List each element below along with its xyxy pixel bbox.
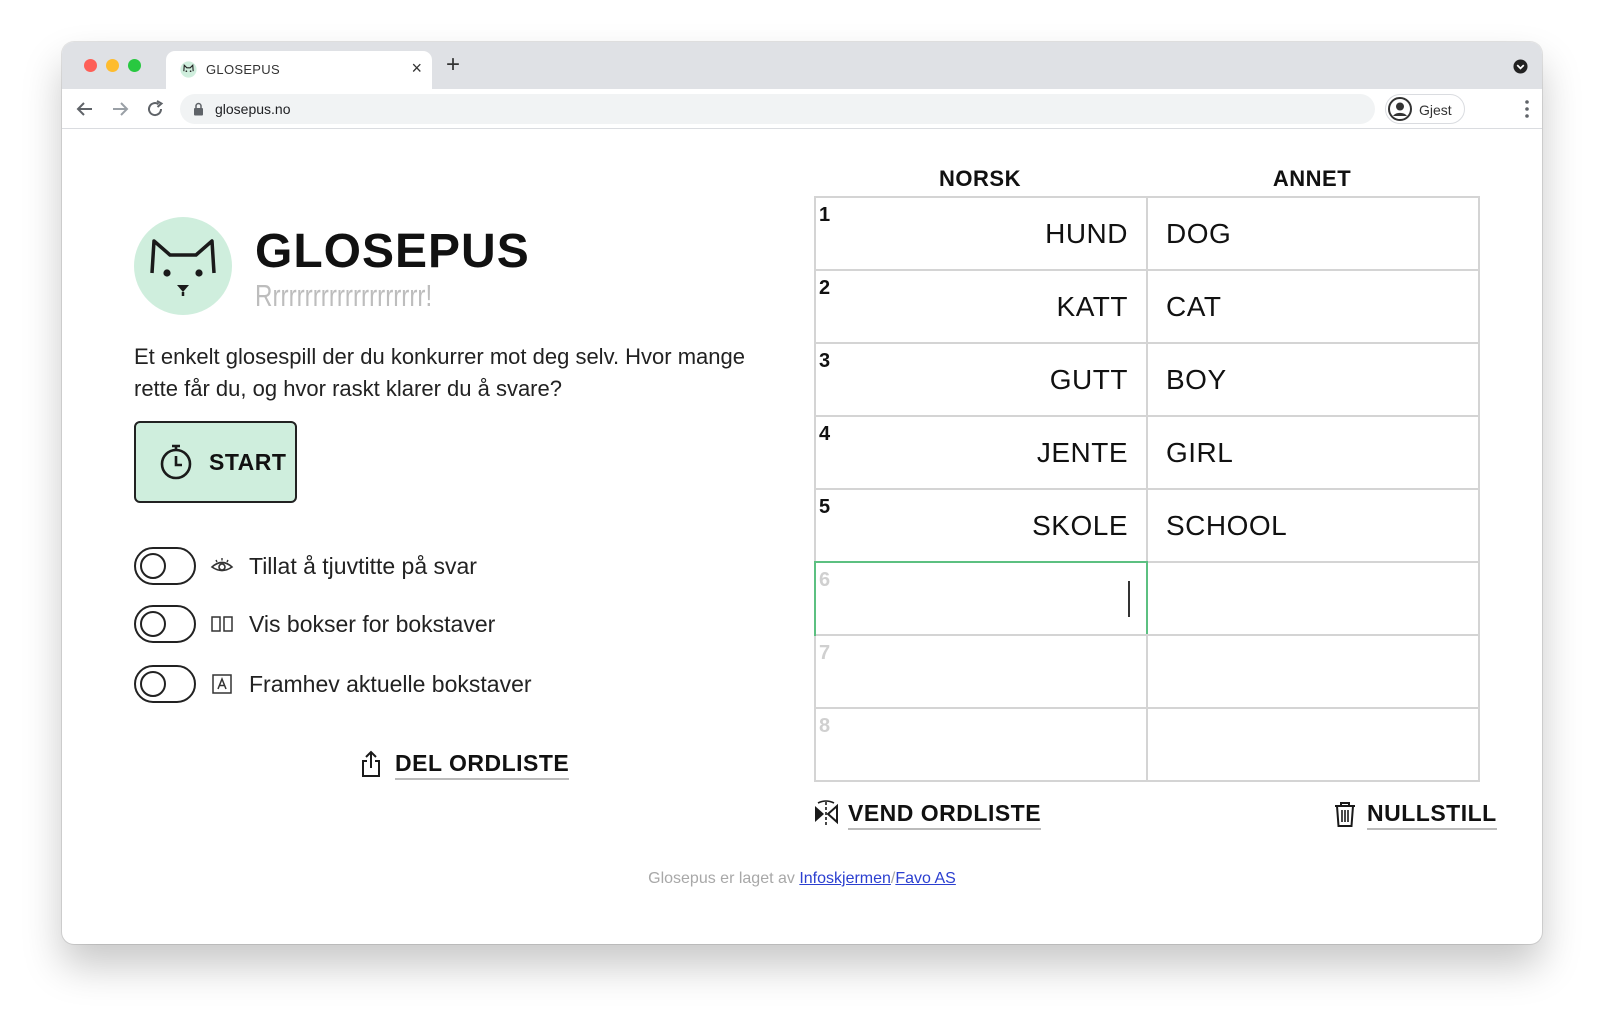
column-header-norsk: NORSK — [939, 166, 1021, 191]
norsk-word-cell[interactable]: GUTT — [1050, 364, 1128, 396]
browser-window: GLOSEPUS × + glosepus.no Gjest GLOSEPUS … — [62, 42, 1542, 944]
page-content: GLOSEPUS Rrrrrrrrrrrrrrrrrrrr! Et enkelt… — [62, 130, 1542, 944]
table-row: 1 HUND DOG — [816, 198, 1478, 271]
peek-answers-label: Tillat å tjuvtitte på svar — [249, 553, 477, 579]
letter-boxes-toggle[interactable] — [134, 605, 196, 643]
option-letter-boxes: Vis bokser for bokstaver — [134, 605, 654, 643]
browser-toolbar: glosepus.no Gjest — [62, 89, 1542, 129]
favo-link[interactable]: Favo AS — [895, 870, 955, 887]
infoskjermen-link[interactable]: Infoskjermen — [799, 870, 891, 887]
letter-boxes-label: Vis bokser for bokstaver — [249, 611, 496, 637]
norsk-word-cell[interactable]: HUND — [1045, 218, 1128, 250]
reset-button[interactable]: NULLSTILL — [1332, 798, 1497, 832]
wordlist-table: 1 HUND DOG 2 KATT CAT 3 GUTT BOY 4 JENTE… — [814, 196, 1480, 782]
app-tagline: Rrrrrrrrrrrrrrrrrrrr! — [255, 278, 433, 313]
row-number: 2 — [819, 277, 831, 299]
highlight-letters-label: Framhev aktuelle bokstaver — [249, 671, 532, 697]
norsk-word-cell[interactable]: JENTE — [1037, 437, 1128, 469]
maximize-window-button[interactable] — [128, 59, 141, 72]
table-row-active: 6 — [814, 561, 1478, 636]
row-number: 7 — [819, 642, 831, 664]
cat-favicon-icon — [180, 61, 197, 78]
toggle-knob — [140, 611, 166, 637]
annet-word-cell[interactable]: GIRL — [1166, 437, 1233, 469]
more-menu-icon[interactable] — [1524, 99, 1530, 119]
table-row: 8 — [816, 709, 1478, 782]
highlight-letters-toggle[interactable] — [134, 665, 196, 703]
address-bar[interactable]: glosepus.no — [180, 94, 1375, 124]
tab-search-icon[interactable] — [1513, 59, 1528, 74]
minimize-window-button[interactable] — [106, 59, 119, 72]
annet-word-cell[interactable]: BOY — [1166, 364, 1227, 396]
footer-text: Glosepus er laget av — [648, 870, 795, 887]
app-title: GLOSEPUS — [255, 225, 530, 278]
toggle-knob — [140, 553, 166, 579]
row-number: 3 — [819, 350, 831, 372]
stopwatch-icon — [160, 444, 192, 480]
back-arrow-icon[interactable] — [74, 98, 96, 120]
user-avatar-icon — [1388, 97, 1412, 121]
peek-answers-toggle[interactable] — [134, 547, 196, 585]
forward-arrow-icon[interactable] — [109, 98, 131, 120]
eye-icon — [210, 558, 234, 572]
start-button[interactable]: START — [134, 421, 297, 503]
annet-word-cell[interactable]: CAT — [1166, 291, 1221, 323]
row-number: 1 — [819, 204, 831, 226]
letter-boxes-icon — [211, 616, 233, 632]
column-header-annet: ANNET — [1272, 166, 1352, 191]
annet-word-cell[interactable]: SCHOOL — [1166, 510, 1287, 542]
flip-wordlist-label: VEND ORDLISTE — [848, 800, 1042, 830]
footer: Glosepus er laget av Infoskjermen/Favo A… — [62, 870, 1542, 888]
option-highlight-letters: Framhev aktuelle bokstaver — [134, 665, 654, 703]
table-row: 2 KATT CAT — [816, 271, 1478, 344]
trash-icon — [1335, 802, 1355, 827]
tab-strip: GLOSEPUS × + — [62, 42, 1542, 89]
lock-icon — [194, 102, 203, 116]
norsk-word-cell[interactable]: SKOLE — [1032, 510, 1128, 542]
annet-word-cell[interactable]: DOG — [1166, 218, 1231, 250]
highlight-letter-icon — [212, 674, 232, 694]
cat-logo-icon — [134, 217, 232, 315]
app-description: Et enkelt glosespill der du konkurrer mo… — [134, 344, 745, 401]
table-row: 3 GUTT BOY — [816, 344, 1478, 417]
toggle-knob — [140, 671, 166, 697]
flip-wordlist-button[interactable]: VEND ORDLISTE — [813, 798, 1043, 832]
tab-title: GLOSEPUS — [206, 62, 280, 77]
profile-label: Gjest — [1419, 102, 1452, 118]
browser-tab[interactable]: GLOSEPUS × — [166, 51, 432, 89]
row-number: 5 — [819, 496, 831, 518]
url-text: glosepus.no — [215, 101, 291, 117]
new-tab-button[interactable]: + — [446, 53, 460, 77]
table-row: 7 — [816, 636, 1478, 709]
norsk-word-cell[interactable]: KATT — [1057, 291, 1128, 323]
profile-button[interactable]: Gjest — [1385, 94, 1465, 124]
share-wordlist-label: DEL ORDLISTE — [395, 750, 570, 780]
share-icon — [362, 750, 380, 777]
table-row: 5 SKOLE SCHOOL — [816, 490, 1478, 563]
start-label: START — [209, 449, 287, 475]
tab-close-icon[interactable]: × — [411, 58, 422, 78]
reset-label: NULLSTILL — [1367, 800, 1497, 830]
flip-icon — [815, 800, 838, 826]
reload-icon[interactable] — [144, 98, 166, 120]
text-caret — [1128, 581, 1130, 617]
row-number: 4 — [819, 423, 831, 445]
close-window-button[interactable] — [84, 59, 97, 72]
row-number: 6 — [819, 569, 831, 591]
row-number: 8 — [819, 715, 831, 737]
share-wordlist-button[interactable]: DEL ORDLISTE — [360, 748, 580, 782]
table-row: 4 JENTE GIRL — [816, 417, 1478, 490]
active-norsk-input[interactable] — [814, 561, 1148, 636]
option-peek-answers: Tillat å tjuvtitte på svar — [134, 547, 654, 585]
